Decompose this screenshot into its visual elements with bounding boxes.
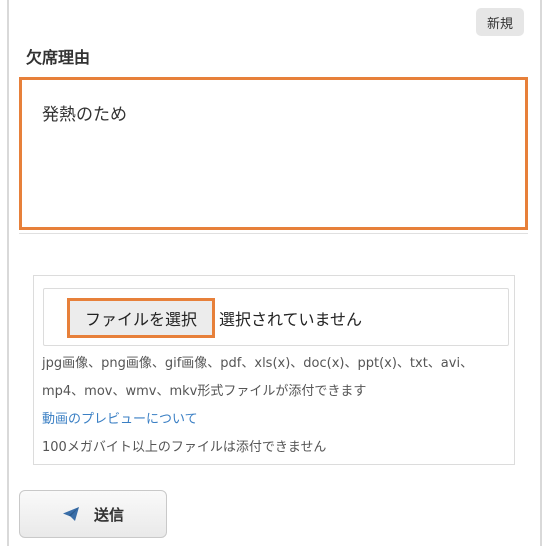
allowed-formats-line1: jpg画像、png画像、gif画像、pdf、xls(x)、doc(x)、ppt(… (42, 356, 474, 371)
panel-border-right (540, 0, 542, 546)
paper-plane-icon (62, 506, 80, 522)
absence-reason-value: 発熱のため (42, 105, 127, 125)
status-badge: 新規 (476, 8, 524, 36)
video-preview-link[interactable]: 動画のプレビューについて (42, 408, 198, 427)
send-button-label: 送信 (93, 505, 124, 524)
attachment-section: ファイルを選択 選択されていません jpg画像、png画像、gif画像、pdf、… (33, 275, 515, 465)
choose-file-button[interactable]: ファイルを選択 (67, 298, 215, 338)
size-limit-note: 100メガバイト以上のファイルは添付できません (42, 440, 327, 455)
file-input[interactable]: ファイルを選択 選択されていません (43, 288, 509, 346)
absence-reason-label: 欠席理由 (26, 48, 91, 67)
panel-border-left (7, 0, 9, 546)
absence-reason-textarea[interactable]: 発熱のため (19, 77, 528, 230)
file-status-text: 選択されていません (219, 310, 363, 329)
send-button[interactable]: 送信 (19, 490, 167, 538)
divider (19, 233, 528, 234)
allowed-formats-line2: mp4、mov、wmv、mkv形式ファイルが添付できます (42, 384, 367, 399)
